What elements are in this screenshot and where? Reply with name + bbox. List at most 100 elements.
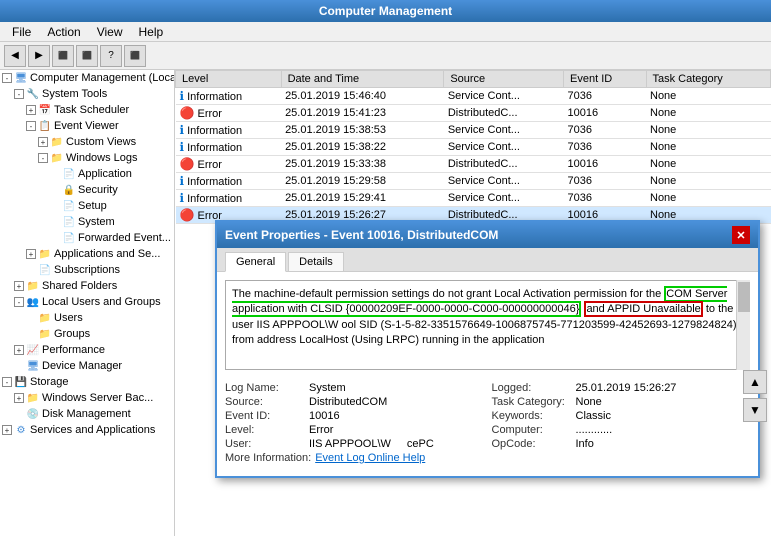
menu-view[interactable]: View <box>89 24 131 40</box>
device-manager-icon: 🖥 <box>26 359 40 373</box>
expand-windows-logs[interactable]: - <box>38 153 48 163</box>
tree-item-custom-views[interactable]: + 📁 Custom Views <box>0 134 174 150</box>
toolbar-extra[interactable]: ⬛ <box>124 45 146 67</box>
table-row[interactable]: ℹ Information 25.01.2019 15:38:22 Servic… <box>176 139 771 156</box>
tree-item-task-scheduler[interactable]: + 📅 Task Scheduler <box>0 102 174 118</box>
cell-source: Service Cont... <box>444 88 564 105</box>
toolbar-up[interactable]: ⬛ <box>52 45 74 67</box>
expand-storage[interactable]: - <box>2 377 12 387</box>
tree-item-users[interactable]: 📁 Users <box>0 310 174 326</box>
table-row[interactable]: ℹ Information 25.01.2019 15:38:53 Servic… <box>176 122 771 139</box>
keywords-value: Classic <box>576 410 611 422</box>
level-icon: ℹ <box>180 174 185 188</box>
subscriptions-icon: 📄 <box>38 263 52 277</box>
table-row[interactable]: ℹ Information 25.01.2019 15:29:58 Servic… <box>176 173 771 190</box>
expand-task-scheduler[interactable]: + <box>26 105 36 115</box>
table-row[interactable]: 🔴 Error 25.01.2019 15:33:38 DistributedC… <box>176 156 771 173</box>
tree-item-local-users[interactable]: - 👥 Local Users and Groups <box>0 294 174 310</box>
tree-item-apps-services[interactable]: + 📁 Applications and Se... <box>0 246 174 262</box>
tree-label: System Tools <box>42 88 107 100</box>
table-row[interactable]: ℹ Information 25.01.2019 15:46:40 Servic… <box>176 88 771 105</box>
local-users-icon: 👥 <box>26 295 40 309</box>
tree-item-device-manager[interactable]: 🖥 Device Manager <box>0 358 174 374</box>
tree-item-win-server-backup[interactable]: + 📁 Windows Server Bac... <box>0 390 174 406</box>
scroll-controls: ▲ ▼ <box>743 370 767 422</box>
toolbar-show-hide[interactable]: ⬛ <box>76 45 98 67</box>
windows-logs-icon: 📁 <box>50 151 64 165</box>
expand-event-viewer[interactable]: - <box>26 121 36 131</box>
cell-level: ℹ Information <box>176 88 282 105</box>
scrollbar-thumb <box>738 282 750 312</box>
tree-item-computer-mgmt[interactable]: - 🖥 Computer Management (Local <box>0 70 174 86</box>
detail-label: Task Category: <box>492 396 572 408</box>
detail-level: Level: Error <box>225 424 484 436</box>
detail-event-id: Event ID: 10016 <box>225 410 484 422</box>
menu-help[interactable]: Help <box>131 24 172 40</box>
expand-local-users[interactable]: - <box>14 297 24 307</box>
menu-action[interactable]: Action <box>39 24 88 40</box>
tab-general[interactable]: General <box>225 252 286 272</box>
tree-item-event-viewer[interactable]: - 📋 Event Viewer <box>0 118 174 134</box>
scroll-down-button[interactable]: ▼ <box>743 398 767 422</box>
event-viewer-icon: 📋 <box>38 119 52 133</box>
users-icon: 📁 <box>38 311 52 325</box>
tree-item-forwarded[interactable]: 📄 Forwarded Event... <box>0 230 174 246</box>
tree-item-groups[interactable]: 📁 Groups <box>0 326 174 342</box>
detail-label: Logged: <box>492 382 572 394</box>
apps-services-icon: 📁 <box>38 247 52 261</box>
cell-level: ℹ Information <box>176 173 282 190</box>
more-info-link[interactable]: Event Log Online Help <box>315 452 425 464</box>
scroll-up-button[interactable]: ▲ <box>743 370 767 394</box>
cell-level: 🔴 Error <box>176 105 282 122</box>
expand-custom-views[interactable]: + <box>38 137 48 147</box>
tree-item-shared-folders[interactable]: + 📁 Shared Folders <box>0 278 174 294</box>
expand-shared-folders[interactable]: + <box>14 281 24 291</box>
detail-label: User: <box>225 438 305 450</box>
cell-datetime: 25.01.2019 15:29:41 <box>281 190 444 207</box>
tree-item-setup[interactable]: 📄 Setup <box>0 198 174 214</box>
computer-icon: 🖥 <box>14 71 28 85</box>
tree-label: Custom Views <box>66 136 136 148</box>
tree-item-security[interactable]: 🔒 Security <box>0 182 174 198</box>
tree-label: Groups <box>54 328 90 340</box>
table-row[interactable]: ℹ Information 25.01.2019 15:29:41 Servic… <box>176 190 771 207</box>
cell-eventid: 7036 <box>564 88 646 105</box>
tree-item-storage[interactable]: - 💾 Storage <box>0 374 174 390</box>
event-message-box[interactable]: The machine-default permission settings … <box>225 280 750 370</box>
tree-label: Services and Applications <box>30 424 155 436</box>
detail-more-info: More Information: Event Log Online Help <box>225 452 750 464</box>
menu-file[interactable]: File <box>4 24 39 40</box>
message-scrollbar[interactable] <box>736 280 750 370</box>
tab-details[interactable]: Details <box>288 252 344 271</box>
scheduler-icon: 📅 <box>38 103 52 117</box>
win-server-icon: 📁 <box>26 391 40 405</box>
tree-label: Users <box>54 312 83 324</box>
tree-item-disk-management[interactable]: 💿 Disk Management <box>0 406 174 422</box>
tree-item-services-apps[interactable]: + ⚙ Services and Applications <box>0 422 174 438</box>
detail-label: Computer: <box>492 424 572 436</box>
dialog-close-button[interactable]: ✕ <box>732 226 750 244</box>
expand-services-apps[interactable]: + <box>2 425 12 435</box>
cell-datetime: 25.01.2019 15:38:22 <box>281 139 444 156</box>
tree-item-system[interactable]: 📄 System <box>0 214 174 230</box>
tree-item-application[interactable]: 📄 Application <box>0 166 174 182</box>
tree-item-subscriptions[interactable]: 📄 Subscriptions <box>0 262 174 278</box>
tools-icon: 🔧 <box>26 87 40 101</box>
cell-level: ℹ Information <box>176 122 282 139</box>
toolbar-back[interactable]: ◀ <box>4 45 26 67</box>
tree-item-performance[interactable]: + 📈 Performance <box>0 342 174 358</box>
expand-system-tools[interactable]: - <box>14 89 24 99</box>
toolbar-forward[interactable]: ▶ <box>28 45 50 67</box>
toolbar-help[interactable]: ? <box>100 45 122 67</box>
expand-performance[interactable]: + <box>14 345 24 355</box>
table-row[interactable]: 🔴 Error 25.01.2019 15:41:23 DistributedC… <box>176 105 771 122</box>
detail-user: User: IIS APPPOOL\W cePC <box>225 438 484 450</box>
expand-computer-mgmt[interactable]: - <box>2 73 12 83</box>
detail-label: OpCode: <box>492 438 572 450</box>
expand-apps-services[interactable]: + <box>26 249 36 259</box>
expand-win-server[interactable]: + <box>14 393 24 403</box>
level-icon: ℹ <box>180 89 185 103</box>
tree-item-windows-logs[interactable]: - 📁 Windows Logs <box>0 150 174 166</box>
tree-item-system-tools[interactable]: - 🔧 System Tools <box>0 86 174 102</box>
menu-bar: File Action View Help <box>0 22 771 42</box>
